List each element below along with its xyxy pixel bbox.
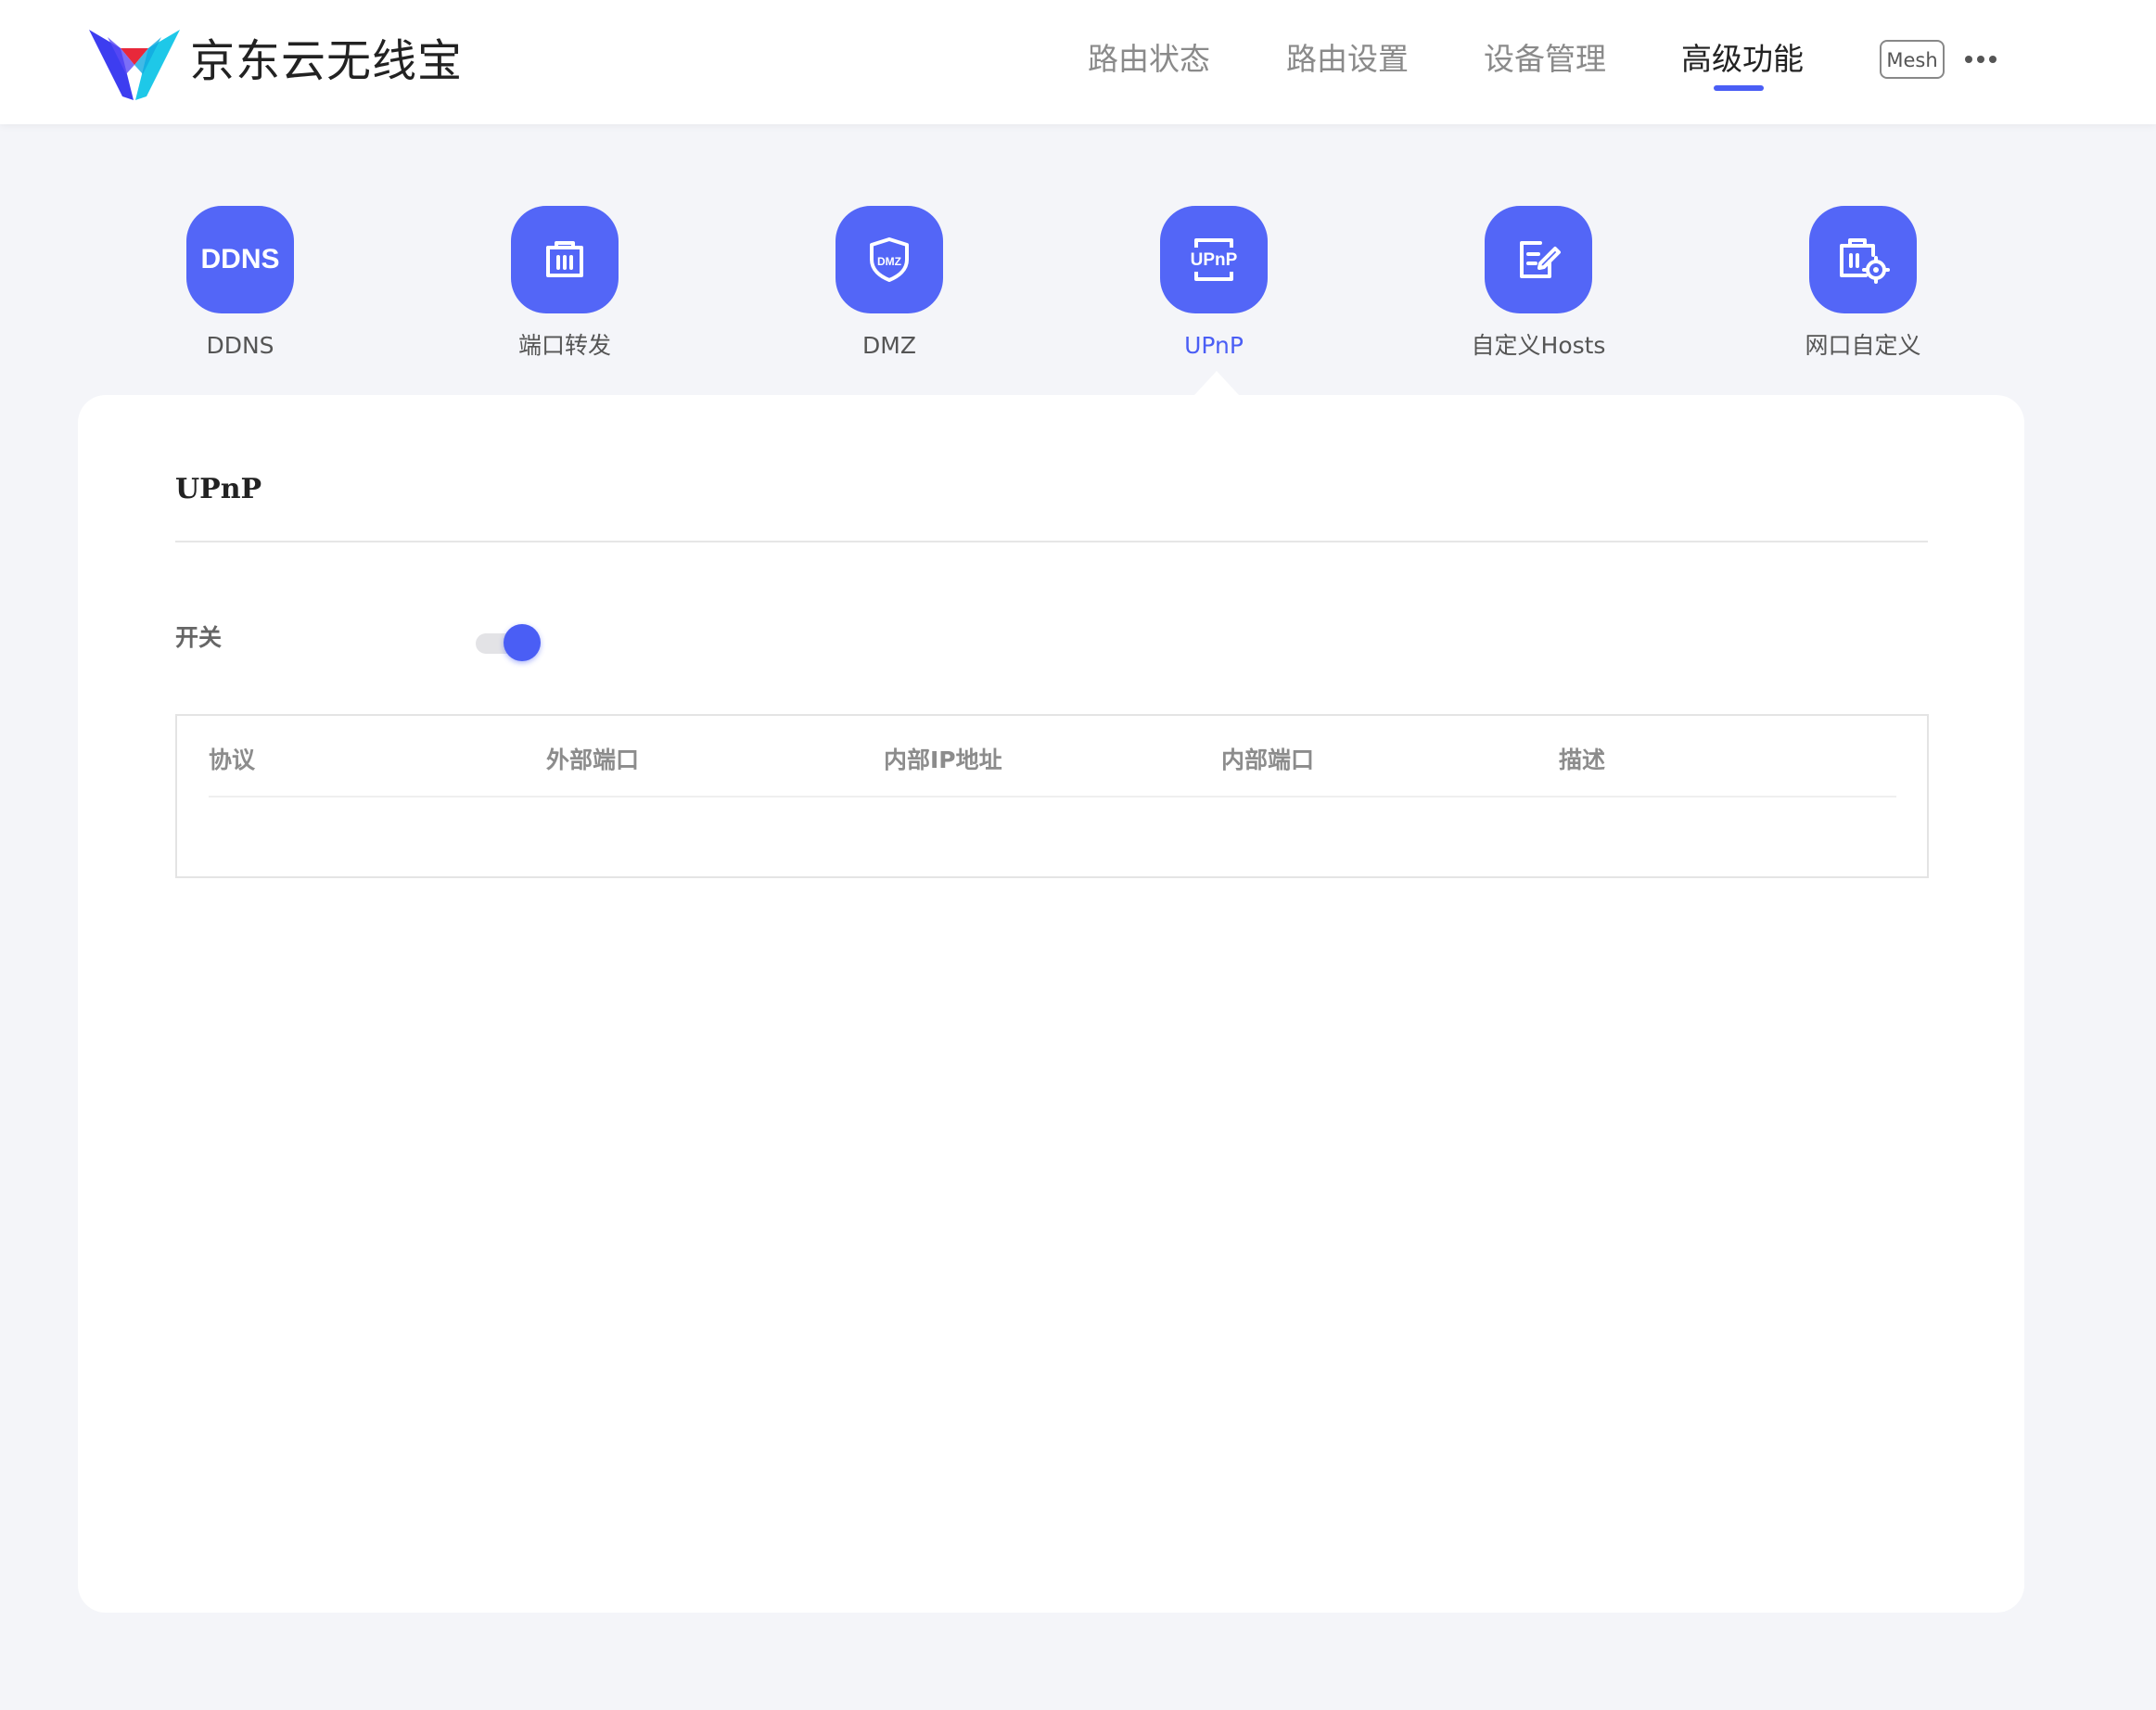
- brand-title: 京东云无线宝: [190, 35, 464, 87]
- feature-custom-hosts-label: 自定义Hosts: [1471, 332, 1606, 359]
- table-header-row: 协议 外部端口 内部IP地址 内部端口 描述: [209, 716, 1896, 798]
- dmz-icon-text: DMZ: [877, 255, 901, 268]
- column-internal-port: 内部端口: [1221, 747, 1315, 773]
- feature-port-custom-label: 网口自定义: [1805, 332, 1921, 359]
- column-protocol: 协议: [209, 747, 256, 773]
- toggle-knob: [504, 624, 541, 661]
- nav-active-indicator: [1714, 85, 1764, 91]
- upnp-toggle-switch[interactable]: [476, 624, 542, 661]
- upnp-icon: UPnP: [1160, 206, 1268, 313]
- feature-port-forward[interactable]: 端口转发: [472, 206, 657, 362]
- feature-dmz-label: DMZ: [862, 332, 916, 359]
- feature-ddns[interactable]: DDNS DDNS: [147, 206, 333, 362]
- nav-router-status[interactable]: 路由状态: [1088, 37, 1210, 82]
- switch-label: 开关: [175, 624, 223, 651]
- nav-advanced-features[interactable]: 高级功能: [1681, 37, 1804, 82]
- panel-divider: [175, 541, 1928, 542]
- column-external-port: 外部端口: [546, 747, 640, 773]
- mesh-button[interactable]: Mesh: [1880, 40, 1945, 79]
- port-forward-icon: [511, 206, 619, 313]
- nav-router-settings[interactable]: 路由设置: [1286, 37, 1409, 82]
- upnp-panel: UPnP 开关 协议 外部端口 内部IP地址 内部端口 描述: [78, 395, 2024, 1613]
- upnp-icon-text: UPnP: [1191, 250, 1238, 270]
- feature-dmz[interactable]: DMZ DMZ: [797, 206, 982, 362]
- jdcloud-logo-icon: [89, 30, 180, 100]
- feature-port-custom[interactable]: 网口自定义: [1770, 206, 1956, 362]
- column-internal-ip: 内部IP地址: [884, 747, 1002, 773]
- port-settings-icon: [1809, 206, 1917, 313]
- ellipsis-icon[interactable]: [1964, 52, 1997, 67]
- panel-title: UPnP: [175, 473, 262, 505]
- feature-upnp[interactable]: UPnP UPnP: [1121, 206, 1307, 362]
- feature-upnp-label: UPnP: [1184, 332, 1244, 359]
- edit-hosts-icon: [1485, 206, 1592, 313]
- dmz-shield-icon: DMZ: [836, 206, 943, 313]
- feature-port-forward-label: 端口转发: [517, 332, 611, 359]
- ddns-icon: DDNS: [186, 206, 294, 313]
- upnp-table: 协议 外部端口 内部IP地址 内部端口 描述: [175, 714, 1929, 878]
- nav-device-management[interactable]: 设备管理: [1484, 37, 1606, 82]
- top-header: 京东云无线宝 路由状态 路由设置 设备管理 高级功能 Mesh: [0, 0, 2156, 124]
- feature-custom-hosts[interactable]: 自定义Hosts: [1446, 206, 1631, 362]
- feature-ddns-label: DDNS: [206, 332, 274, 359]
- active-feature-pointer: [1194, 371, 1239, 395]
- ddns-icon-text: DDNS: [200, 244, 280, 274]
- column-description: 描述: [1559, 747, 1606, 773]
